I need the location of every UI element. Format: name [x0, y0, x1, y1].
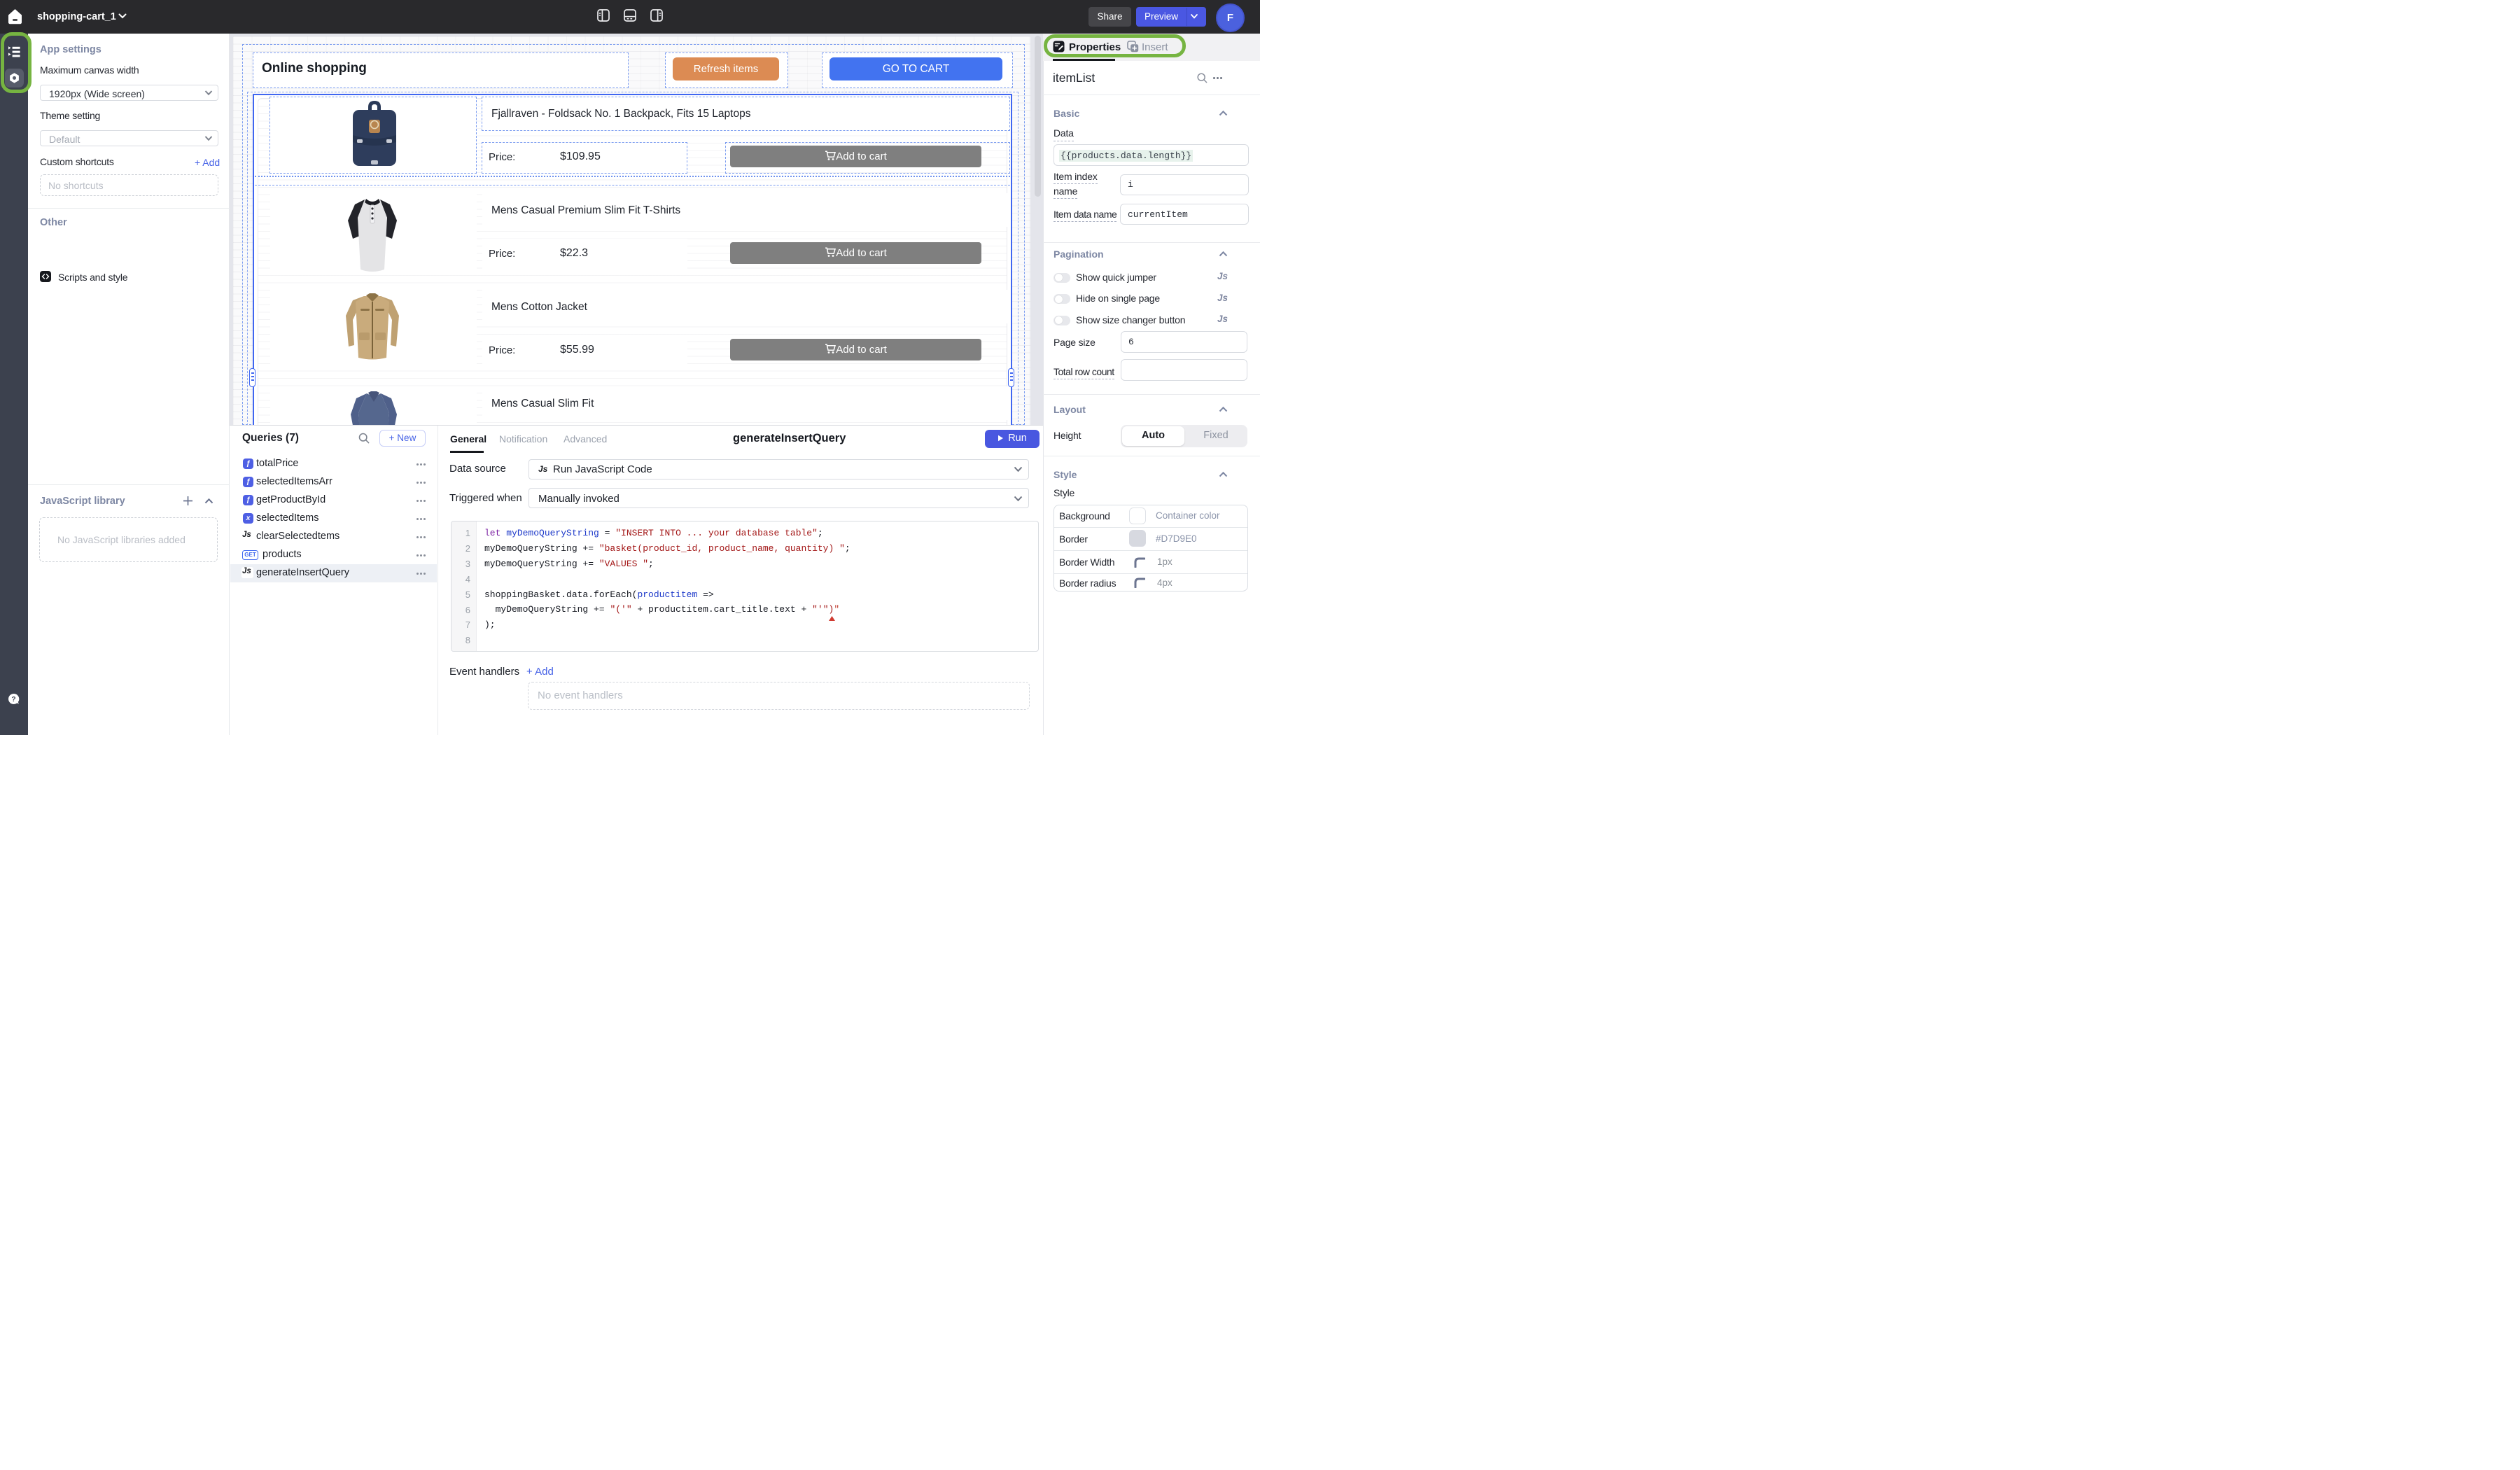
svg-text:?: ? [11, 696, 15, 704]
